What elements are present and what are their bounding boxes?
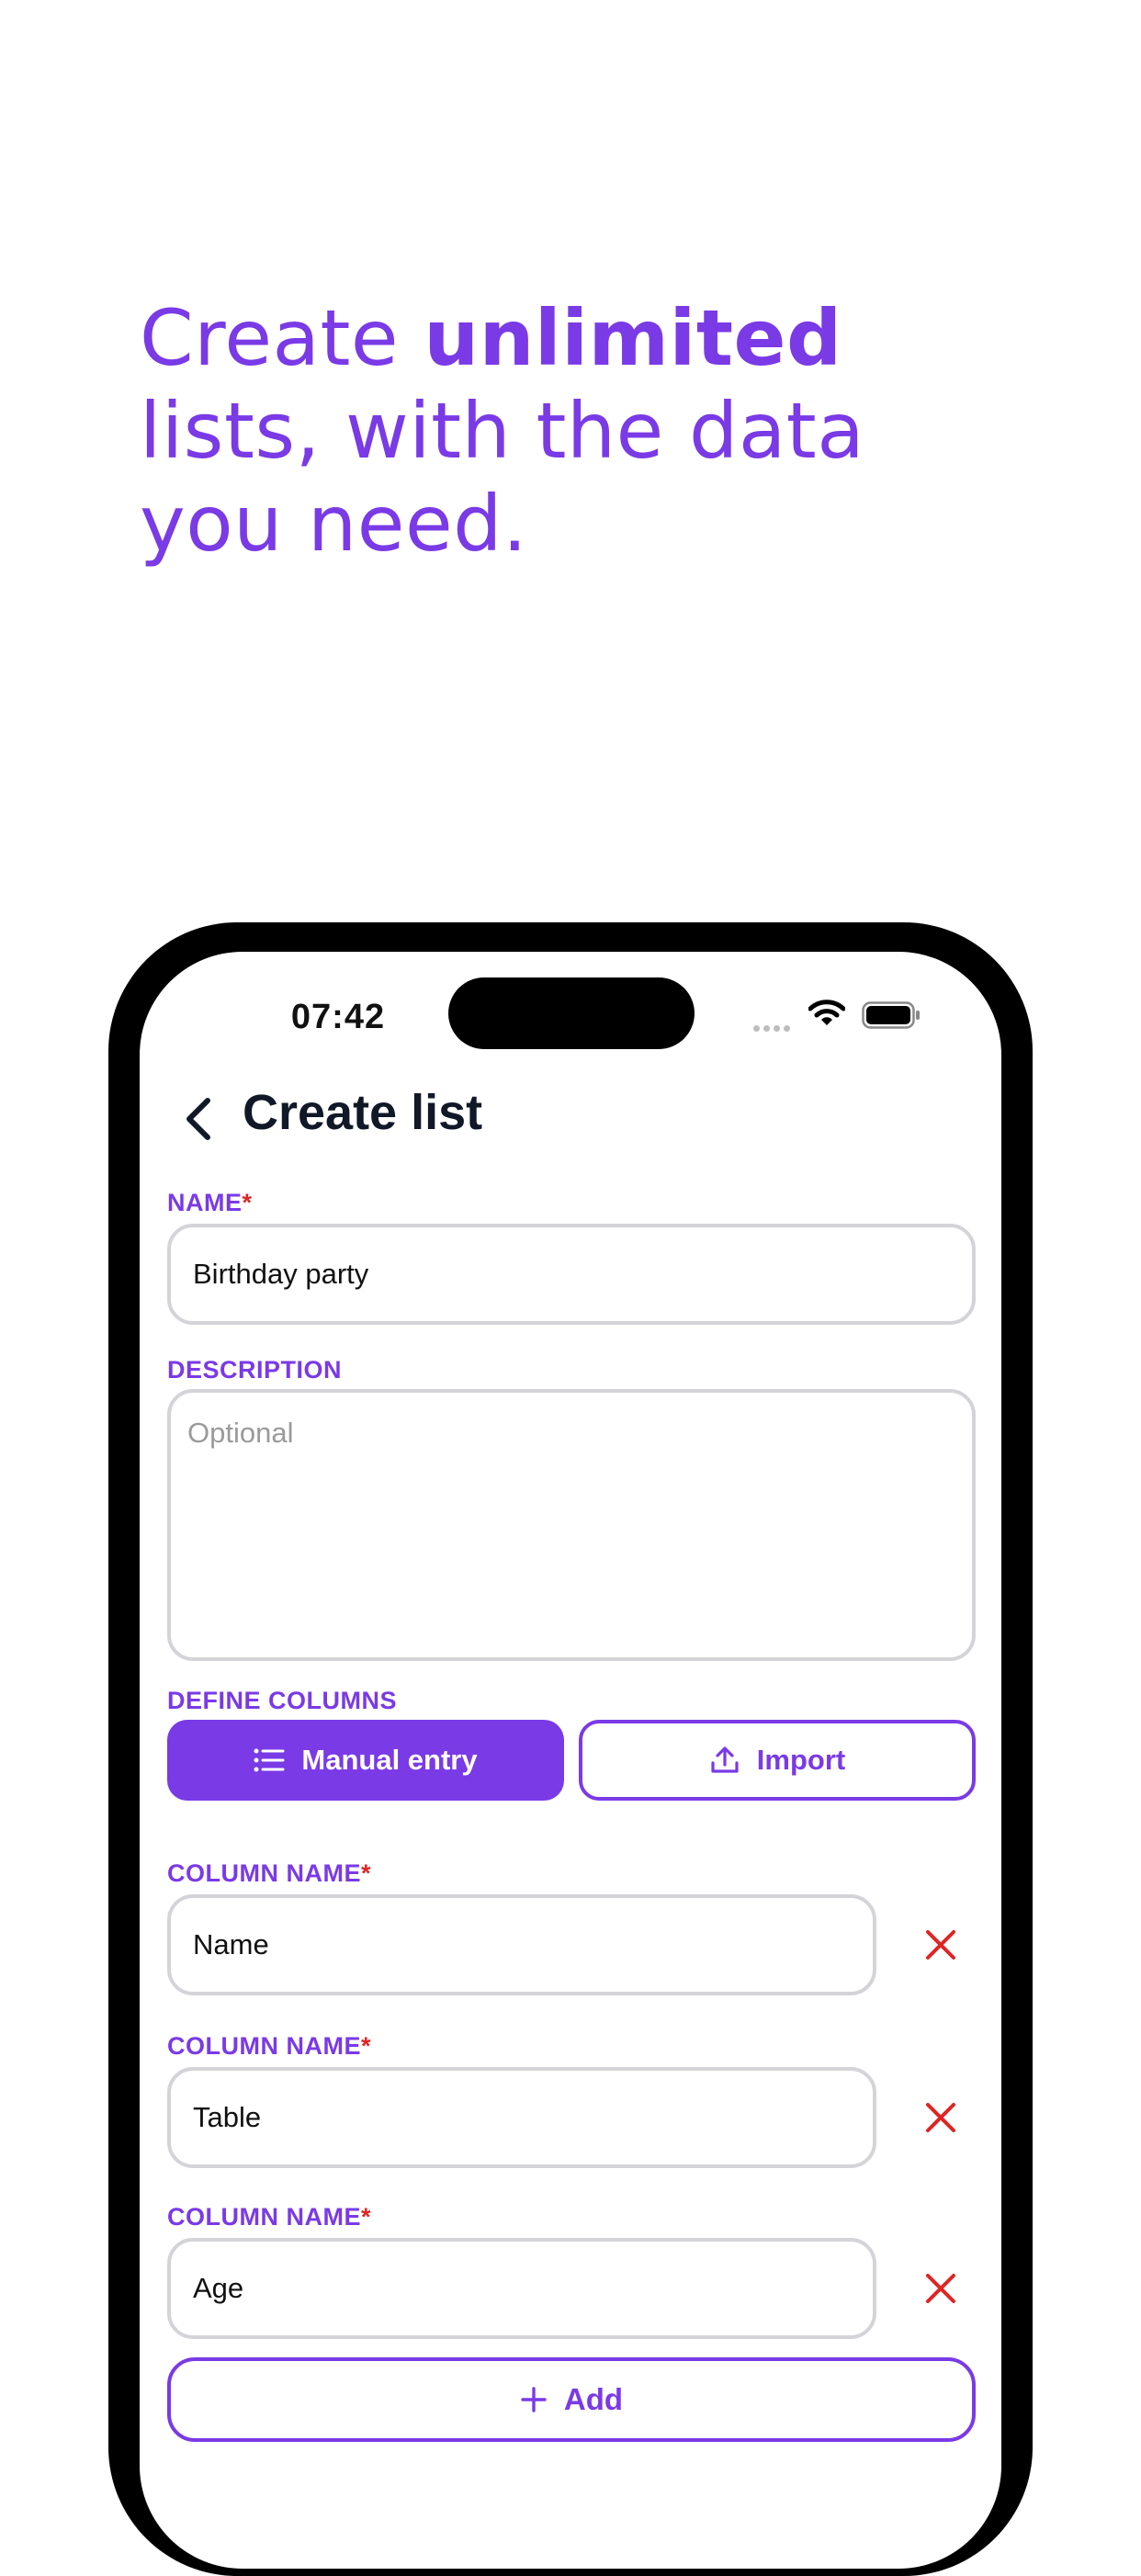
- import-button[interactable]: Import: [579, 1720, 976, 1801]
- column-name-label: COLUMN NAME*: [167, 2203, 371, 2231]
- column-name-field[interactable]: Name: [167, 1894, 876, 1995]
- wifi-icon: [808, 1000, 845, 1025]
- status-time: 07:42: [290, 998, 386, 1036]
- headline-part1: Create: [140, 293, 424, 383]
- description-label: DESCRIPTION: [167, 1356, 343, 1384]
- remove-column-icon[interactable]: [921, 1925, 961, 1965]
- column-name-field[interactable]: Table: [167, 2067, 876, 2168]
- list-icon: [254, 1748, 285, 1772]
- plus-icon: [521, 2387, 547, 2412]
- phone-screen: 07:42 Create list NAME* Birthday party D…: [140, 952, 1001, 2569]
- add-label: Add: [563, 2382, 624, 2416]
- description-field[interactable]: Optional: [167, 1389, 976, 1661]
- remove-column-icon[interactable]: [921, 2097, 961, 2138]
- dynamic-island: [448, 977, 695, 1049]
- manual-entry-button[interactable]: Manual entry: [167, 1720, 564, 1801]
- chevron-left-icon[interactable]: [176, 1091, 222, 1147]
- headline-bold: unlimited: [424, 293, 842, 383]
- add-column-button[interactable]: Add: [167, 2357, 976, 2442]
- headline-part2: lists, with the data you need.: [140, 386, 865, 569]
- name-field[interactable]: Birthday party: [167, 1224, 976, 1325]
- name-label: NAME*: [167, 1189, 253, 1216]
- manual-entry-label: Manual entry: [301, 1744, 478, 1776]
- page-title: Create list: [243, 1085, 483, 1140]
- battery-icon: [862, 1001, 920, 1029]
- upload-icon: [711, 1746, 739, 1773]
- import-label: Import: [756, 1744, 846, 1776]
- cellular-signal-icon: [753, 1020, 794, 1036]
- column-name-label: COLUMN NAME*: [167, 2032, 371, 2060]
- marketing-headline: Create unlimited lists, with the data yo…: [140, 292, 1022, 571]
- column-name-label: COLUMN NAME*: [167, 1859, 371, 1887]
- column-name-field[interactable]: Age: [167, 2238, 876, 2339]
- remove-column-icon[interactable]: [921, 2268, 961, 2309]
- define-columns-label: DEFINE COLUMNS: [167, 1687, 397, 1714]
